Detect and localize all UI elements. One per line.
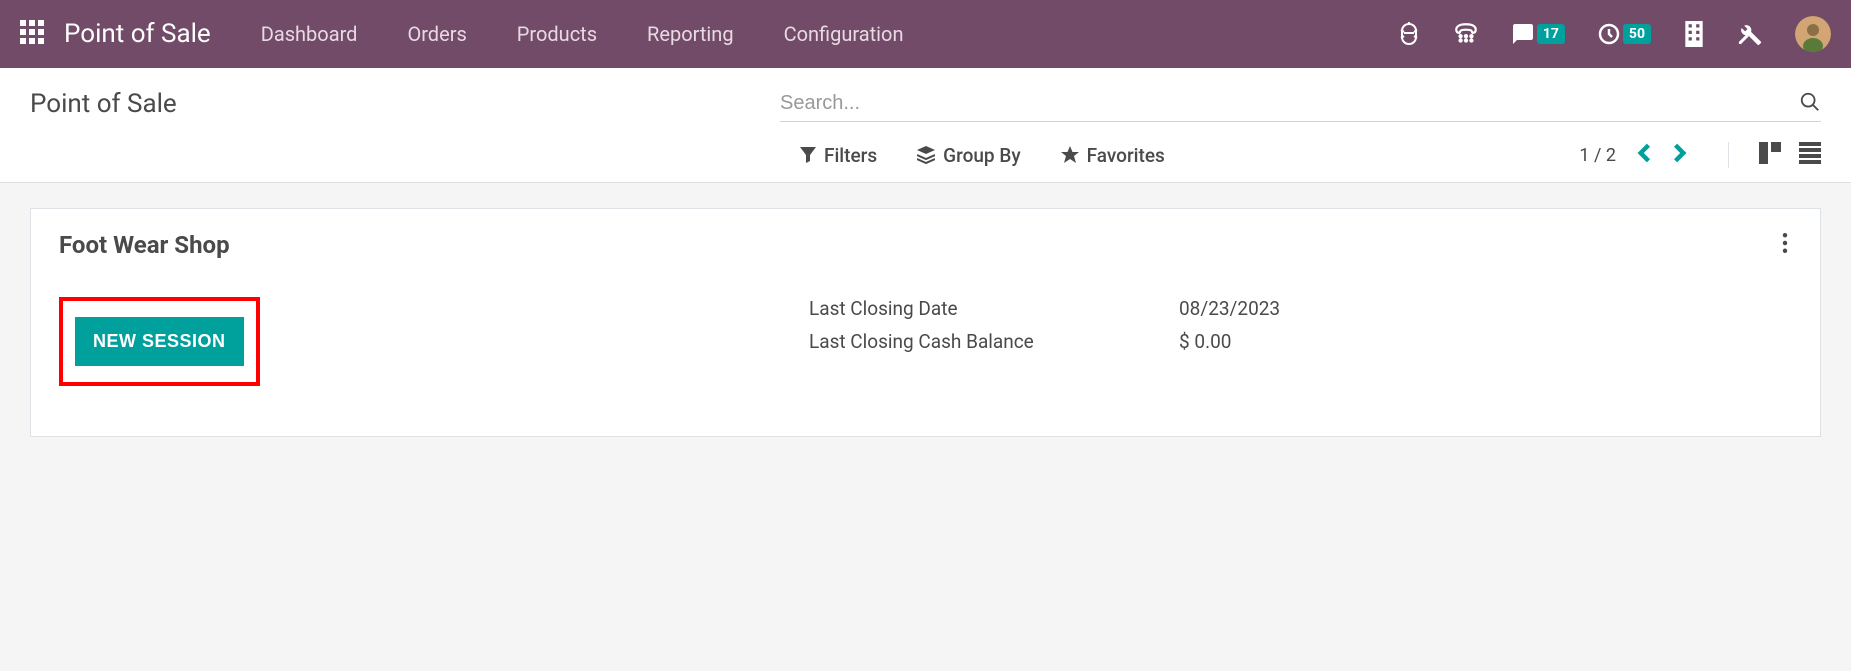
search-input[interactable] [780, 86, 1799, 121]
view-switcher [1728, 142, 1821, 168]
messages-badge: 17 [1537, 24, 1565, 44]
info-row-closing-date: Last Closing Date 08/23/2023 [809, 297, 1792, 320]
shop-title: Foot Wear Shop [59, 231, 230, 259]
content-area: Foot Wear Shop NEW SESSION Last Closing … [0, 183, 1851, 462]
activities-icon[interactable]: 50 [1597, 22, 1651, 46]
pager-count[interactable]: 1 / 2 [1579, 145, 1616, 166]
pos-kanban-card: Foot Wear Shop NEW SESSION Last Closing … [30, 208, 1821, 437]
highlight-annotation: NEW SESSION [59, 297, 260, 386]
search-wrapper [780, 86, 1821, 122]
nav-dashboard[interactable]: Dashboard [261, 22, 358, 46]
star-icon [1061, 146, 1079, 164]
favorites-label: Favorites [1087, 144, 1165, 167]
layers-icon [917, 146, 935, 164]
cash-balance-label: Last Closing Cash Balance [809, 330, 1179, 353]
closing-date-value: 08/23/2023 [1179, 297, 1280, 320]
groupby-label: Group By [943, 144, 1020, 167]
nav-configuration[interactable]: Configuration [784, 22, 904, 46]
pager: 1 / 2 [1579, 143, 1688, 167]
apps-grid-icon[interactable] [20, 20, 44, 48]
pager-prev-icon[interactable] [1636, 143, 1652, 167]
new-session-button[interactable]: NEW SESSION [75, 317, 244, 366]
app-title[interactable]: Point of Sale [64, 19, 211, 49]
info-row-cash-balance: Last Closing Cash Balance $ 0.00 [809, 330, 1792, 353]
pager-next-icon[interactable] [1672, 143, 1688, 167]
list-view-icon[interactable] [1799, 142, 1821, 168]
activities-badge: 50 [1623, 24, 1651, 44]
filters-label: Filters [824, 144, 877, 167]
nav-icons-group: 17 50 [1397, 16, 1831, 52]
page-title: Point of Sale [30, 89, 780, 119]
user-avatar[interactable] [1795, 16, 1831, 52]
groupby-button[interactable]: Group By [917, 144, 1020, 167]
nav-reporting[interactable]: Reporting [647, 22, 734, 46]
filter-group: Filters Group By Favorites [800, 144, 1579, 167]
filters-button[interactable]: Filters [800, 144, 877, 167]
nav-orders[interactable]: Orders [407, 22, 466, 46]
phone-icon[interactable] [1453, 21, 1479, 47]
tools-icon[interactable] [1737, 21, 1763, 47]
nav-products[interactable]: Products [517, 22, 597, 46]
nav-menu: Dashboard Orders Products Reporting Conf… [261, 22, 1397, 46]
building-icon[interactable] [1683, 21, 1705, 47]
kanban-view-icon[interactable] [1759, 142, 1781, 168]
favorites-button[interactable]: Favorites [1061, 144, 1165, 167]
cash-balance-value: $ 0.00 [1179, 330, 1231, 353]
top-navbar: Point of Sale Dashboard Orders Products … [0, 0, 1851, 68]
closing-date-label: Last Closing Date [809, 297, 1179, 320]
debug-icon[interactable] [1397, 22, 1421, 46]
search-icon[interactable] [1799, 91, 1821, 117]
messages-icon[interactable]: 17 [1511, 22, 1565, 46]
filter-icon [800, 147, 816, 163]
control-panel: Point of Sale Filters Group By Favorites [0, 68, 1851, 183]
card-menu-icon[interactable] [1778, 229, 1792, 261]
